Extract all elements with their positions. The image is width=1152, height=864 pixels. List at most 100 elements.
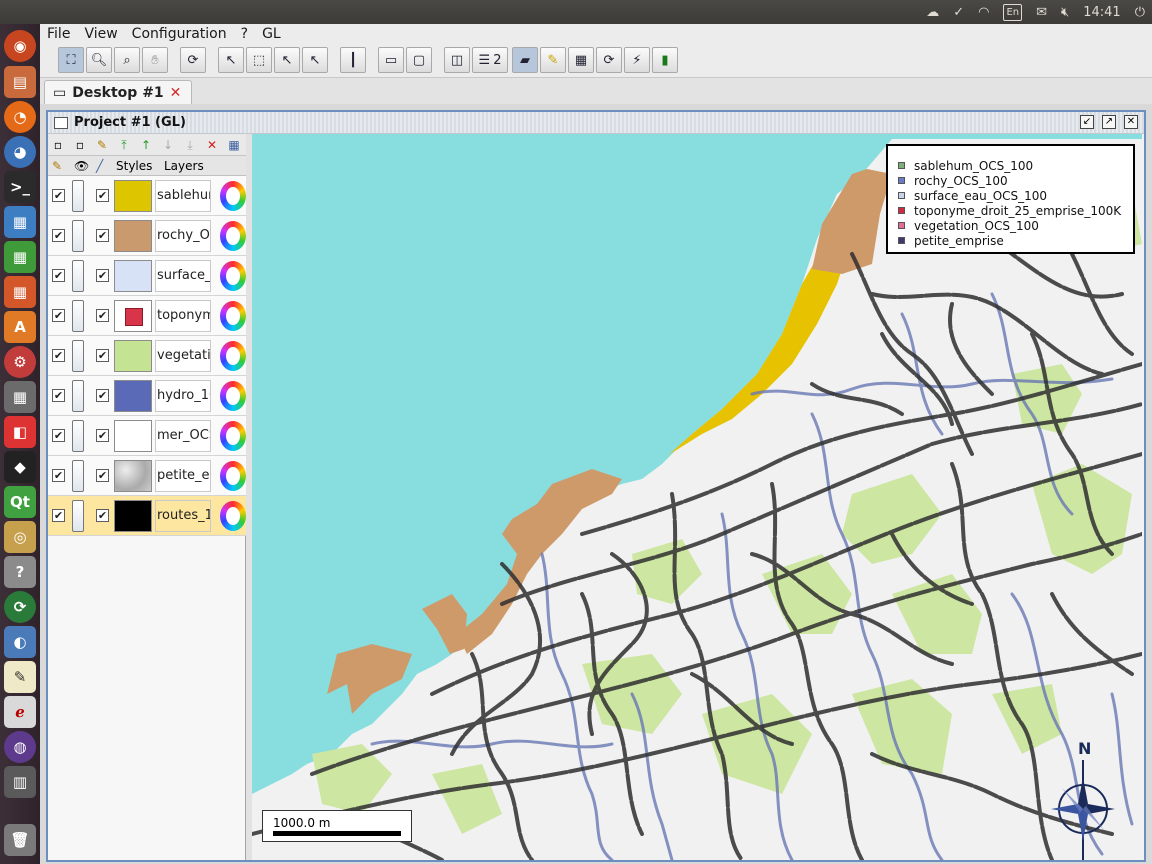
layer-row[interactable]: ✔ ✔ mer_OCS: [48, 416, 246, 456]
layer-row[interactable]: ✔ ✔ rochy_OC: [48, 216, 246, 256]
select-tool-icon[interactable]: ↖: [302, 47, 328, 73]
update-manager-icon[interactable]: ⟳: [4, 591, 36, 623]
desktop-tab[interactable]: ▭ Desktop #1 ✕: [44, 80, 192, 104]
layer-style-wheel-icon[interactable]: [220, 261, 246, 291]
layer-opacity-slider[interactable]: [72, 500, 84, 532]
add-layer-icon[interactable]: ▭: [378, 47, 404, 73]
layer-style-swatch[interactable]: [114, 380, 152, 412]
layer-style-swatch[interactable]: [114, 260, 152, 292]
menu-configuration[interactable]: Configuration: [125, 26, 234, 42]
layer-style-wheel-icon[interactable]: [220, 421, 246, 451]
menu-view[interactable]: View: [77, 26, 124, 42]
menu-file[interactable]: File: [40, 26, 77, 42]
map-legend[interactable]: sablehum_OCS_100 rochy_OCS_100 surface_eau…: [886, 144, 1135, 254]
layer-visible-checkbox[interactable]: ✔: [96, 269, 109, 282]
grid-icon[interactable]: ▦: [568, 47, 594, 73]
layer-style-wheel-icon[interactable]: [220, 461, 246, 491]
zoom-extent-icon[interactable]: ⛶: [58, 47, 84, 73]
layer-style-swatch[interactable]: [114, 340, 152, 372]
run-icon[interactable]: ⚡︎: [624, 47, 650, 73]
layer-editable-checkbox[interactable]: ✔: [52, 429, 65, 442]
zoom-icon[interactable]: 🔍︎: [86, 47, 112, 73]
text-editor-icon[interactable]: ✎: [4, 661, 36, 693]
layer-visible-checkbox[interactable]: ✔: [96, 229, 109, 242]
layer-editable-checkbox[interactable]: ✔: [52, 349, 65, 362]
dropbox-icon[interactable]: ✓: [953, 5, 964, 20]
layer-editable-checkbox[interactable]: ✔: [52, 189, 65, 202]
maximize-icon[interactable]: ↗: [1102, 115, 1116, 129]
menu-gl[interactable]: GL: [255, 26, 288, 42]
layer-row[interactable]: ✔ ✔ vegetatic: [48, 336, 246, 376]
help-icon[interactable]: ?: [4, 556, 36, 588]
clock[interactable]: 14:41: [1083, 5, 1120, 20]
close-icon[interactable]: ✕: [1124, 115, 1138, 129]
layer-name[interactable]: rochy_OC: [155, 220, 211, 252]
layer-opacity-slider[interactable]: [72, 260, 84, 292]
layer-name[interactable]: surface_e: [155, 260, 211, 292]
layer-row[interactable]: ✔ ✔ sablehum: [48, 176, 246, 216]
keyboard-language-indicator[interactable]: En: [1003, 3, 1023, 21]
restore-icon[interactable]: ↙: [1080, 115, 1094, 129]
layer-list-icon[interactable]: ☰ 2: [472, 47, 508, 73]
layer-editable-checkbox[interactable]: ✔: [52, 229, 65, 242]
layer-visible-checkbox[interactable]: ✔: [96, 389, 109, 402]
layer-name[interactable]: routes_1: [155, 500, 211, 532]
layer-editable-checkbox[interactable]: ✔: [52, 309, 65, 322]
files-icon[interactable]: ▤: [4, 66, 36, 98]
layer-row[interactable]: ✔ ✔ toponym: [48, 296, 246, 336]
layer-style-wheel-icon[interactable]: [220, 221, 246, 251]
layer-row[interactable]: ✔ ✔ surface_e: [48, 256, 246, 296]
layer-opacity-slider[interactable]: [72, 300, 84, 332]
refresh-icon[interactable]: ⟳: [180, 47, 206, 73]
select-info-icon[interactable]: ↖: [274, 47, 300, 73]
software-center-icon[interactable]: A: [4, 311, 36, 343]
add-window-icon[interactable]: ▢: [406, 47, 432, 73]
table-icon[interactable]: ▦: [226, 137, 242, 153]
chart-icon[interactable]: ▮: [652, 47, 678, 73]
delete-layer-icon[interactable]: ✕: [204, 137, 220, 153]
move-bottom-icon[interactable]: ⤓: [182, 137, 198, 153]
layer-style-wheel-icon[interactable]: [220, 301, 246, 331]
layer-name[interactable]: sablehum: [155, 180, 211, 212]
mail-icon[interactable]: ✉: [1036, 5, 1047, 20]
layer-style-swatch[interactable]: [114, 300, 152, 332]
writer-icon[interactable]: ▦: [4, 206, 36, 238]
menu-help[interactable]: ?: [234, 26, 255, 42]
layer-style-swatch[interactable]: [114, 460, 152, 492]
zoom-box-icon[interactable]: ⌕: [114, 47, 140, 73]
layer-row[interactable]: ✔ ✔ routes_1: [48, 496, 246, 536]
thunderbird-icon[interactable]: ◕: [4, 136, 36, 168]
map-canvas[interactable]: sablehum_OCS_100 rochy_OCS_100 surface_eau…: [252, 134, 1142, 860]
layer-style-swatch[interactable]: [114, 500, 152, 532]
layer-visible-checkbox[interactable]: ✔: [96, 309, 109, 322]
layer-editable-checkbox[interactable]: ✔: [52, 469, 65, 482]
trash-icon[interactable]: 🗑︎: [4, 824, 36, 856]
layer-style-swatch[interactable]: [114, 420, 152, 452]
layer-row[interactable]: ✔ ✔ petite_er: [48, 456, 246, 496]
layer-visible-checkbox[interactable]: ✔: [96, 509, 109, 522]
layer-visible-checkbox[interactable]: ✔: [96, 469, 109, 482]
pan-hand-icon[interactable]: ✋︎: [142, 47, 168, 73]
layer-editable-checkbox[interactable]: ✔: [52, 269, 65, 282]
measure-icon[interactable]: ┃: [340, 47, 366, 73]
filezilla-icon[interactable]: ℯ: [4, 696, 36, 728]
layer-style-swatch[interactable]: [114, 220, 152, 252]
close-tab-icon[interactable]: ✕: [170, 85, 182, 101]
app-icon[interactable]: ◐: [4, 626, 36, 658]
layer-style-wheel-icon[interactable]: [220, 381, 246, 411]
layer-name[interactable]: toponym: [155, 300, 211, 332]
new-layer-icon[interactable]: ▫: [50, 137, 66, 153]
utility-icon[interactable]: ◎: [4, 521, 36, 553]
add-layer-file-icon[interactable]: ▫: [72, 137, 88, 153]
layer-name[interactable]: petite_er: [155, 460, 211, 492]
ubuntu-dash-icon[interactable]: ◉: [4, 30, 36, 62]
calc-icon[interactable]: ▦: [4, 241, 36, 273]
layer-opacity-slider[interactable]: [72, 220, 84, 252]
layer-opacity-slider[interactable]: [72, 340, 84, 372]
layer-opacity-slider[interactable]: [72, 420, 84, 452]
layer-style-wheel-icon[interactable]: [220, 341, 246, 371]
toggle-icon[interactable]: ◧: [4, 416, 36, 448]
inkscape-icon[interactable]: ◆: [4, 451, 36, 483]
layer-visible-checkbox[interactable]: ✔: [96, 429, 109, 442]
select-box-icon[interactable]: ⬚: [246, 47, 272, 73]
